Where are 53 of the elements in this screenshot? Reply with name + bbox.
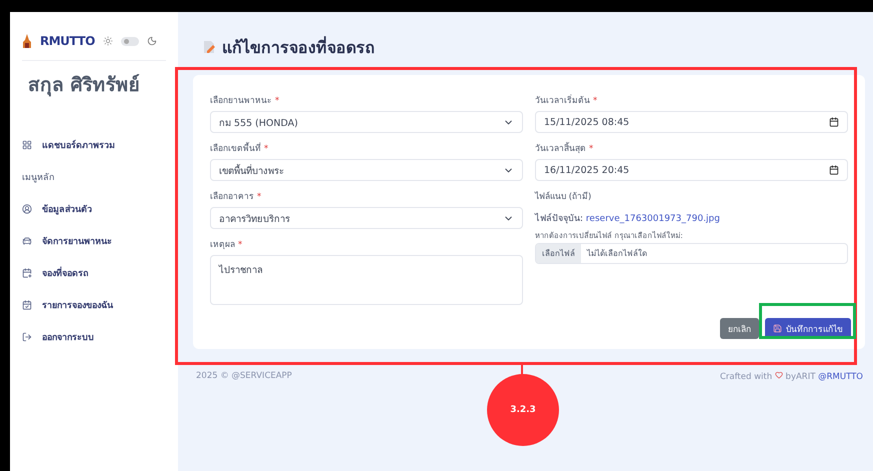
menu-item[interactable]: ออกจากระบบ (22, 321, 166, 353)
field-label: เหตุผล (210, 239, 235, 251)
copyright-text: 2025 © @SERVICEAPP (196, 371, 292, 382)
current-file-text: ไฟล์ปัจจุบัน: reserve_1763001973_790.jpg (535, 212, 721, 225)
field-label: เลือกอาคาร (210, 190, 254, 203)
datetime-field[interactable]: 15/11/2025 08:45 (535, 111, 848, 133)
theme-toggle[interactable] (120, 36, 139, 46)
field-label: วันเวลาสิ้นสุด (535, 141, 586, 155)
menu-icon (22, 236, 32, 246)
save-icon (773, 324, 782, 333)
page-title: แก้ไขการจองที่จอดรถ (222, 35, 375, 58)
menu-icon (22, 140, 32, 150)
menu-item[interactable]: รายการจองของฉัน (22, 289, 166, 321)
menu-item[interactable]: แดชบอร์ดภาพรวม (22, 129, 166, 161)
select-field[interactable]: เขตพื้นที่บางพระ (210, 159, 523, 181)
choose-file-button[interactable]: เลือกไฟล์ (536, 244, 581, 263)
sun-icon (102, 36, 113, 46)
file-input[interactable]: เลือกไฟล์ ไม่ได้เลือกไฟล์ใด (535, 243, 848, 264)
credit-link[interactable]: @RMUTTO (818, 372, 863, 382)
file-link[interactable]: reserve_1763001973_790.jpg (586, 214, 720, 224)
field-label: เลือกเขตพื้นที่ (210, 141, 261, 155)
credit-text: Crafted with byARIT @RMUTTO (720, 371, 863, 382)
menu-item[interactable]: จัดการยานพาหนะ (22, 225, 166, 257)
calendar-icon (829, 117, 839, 127)
cancel-button[interactable]: ยกเลิก (720, 318, 759, 339)
moon-icon (146, 36, 157, 46)
menu-icon (22, 268, 32, 278)
heart-icon (774, 371, 783, 379)
logo-icon (22, 34, 32, 48)
edit-document-icon (203, 40, 216, 54)
reason-textarea[interactable]: ไปราชกาล (210, 255, 523, 305)
datetime-field[interactable]: 16/11/2025 20:45 (535, 159, 848, 181)
required-asterisk: * (275, 96, 280, 106)
select-field[interactable]: กม 555 (HONDA) (210, 111, 523, 133)
field-label: ไฟล์แนบ (ถ้ามี) (535, 190, 592, 203)
calendar-icon (829, 165, 839, 175)
step-badge: 3.2.3 (487, 374, 559, 446)
select-field[interactable]: อาคารวิทยบริการ (210, 207, 523, 229)
menu-icon (22, 332, 32, 342)
menu-item[interactable]: จองที่จอดรถ (22, 257, 166, 289)
required-asterisk: * (238, 240, 242, 250)
menu-section-label: เมนูหลัก (22, 172, 55, 185)
field-label: เลือกยานพาหนะ (210, 94, 272, 107)
required-asterisk: * (589, 144, 594, 154)
menu-icon (22, 204, 32, 214)
logo-text: RMUTTO (40, 34, 95, 48)
menu-item[interactable]: ข้อมูลส่วนตัว (22, 193, 166, 225)
field-label: วันเวลาเริ่มต้น (535, 93, 590, 107)
required-asterisk: * (264, 144, 268, 154)
required-asterisk: * (257, 192, 262, 202)
menu-icon (22, 300, 32, 310)
required-asterisk: * (593, 96, 598, 106)
user-name: สกุล ศิริทรัพย์ (27, 73, 141, 98)
